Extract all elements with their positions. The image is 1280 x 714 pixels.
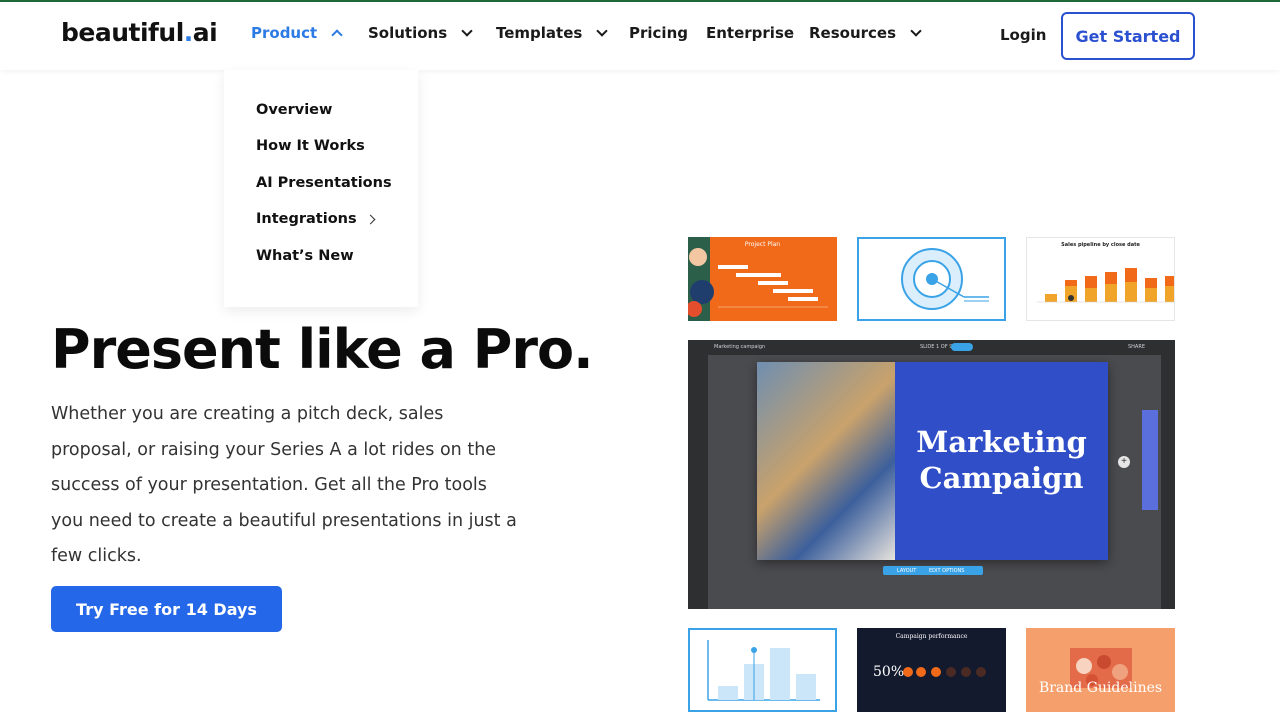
bar-chart-graphic — [707, 640, 820, 701]
sales-pipeline-title: Sales pipeline by close date — [1061, 242, 1140, 248]
chevron-right-icon — [365, 214, 376, 224]
slide-canvas[interactable]: Marketing Campaign — [757, 362, 1108, 560]
nav-pricing-label: Pricing — [629, 24, 688, 42]
dropdown-item-integrations-label: Integrations — [256, 211, 357, 227]
nav-enterprise-label: Enterprise — [706, 24, 795, 42]
nav-solutions[interactable]: Solutions — [368, 24, 473, 42]
chevron-down-icon — [910, 25, 922, 37]
chevron-down-icon — [596, 25, 608, 37]
slide-options-bar[interactable]: LAYOUT EDIT OPTIONS — [883, 566, 983, 575]
dot-rating-graphic — [903, 667, 986, 677]
brand-guidelines-title: Brand Guidelines — [1038, 680, 1163, 696]
product-dropdown-menu: Overview How It Works AI Presentations I… — [224, 70, 418, 307]
dropdown-item-ai-presentations[interactable]: AI Presentations — [256, 175, 392, 191]
dropdown-item-overview[interactable]: Overview — [256, 102, 332, 118]
editor-preview: Marketing campaign SLIDE 1 OF 9 SHARE Ma… — [688, 340, 1175, 609]
nav-solutions-label: Solutions — [368, 24, 448, 42]
project-plan-title: Project Plan — [744, 241, 781, 248]
dropdown-item-whats-new[interactable]: What’s New — [256, 248, 354, 264]
chevron-up-icon — [331, 29, 343, 41]
nav-enterprise[interactable]: Enterprise — [706, 24, 794, 42]
thumbnail-project-plan: Project Plan — [688, 237, 837, 321]
add-slide-icon[interactable]: + — [1118, 456, 1130, 468]
thumbnail-sales-pipeline: Sales pipeline by close date — [1026, 237, 1175, 321]
slide-photo — [757, 362, 895, 560]
editor-right-rail — [1161, 355, 1175, 609]
project-plan-graphic — [688, 237, 828, 321]
flowers-photo — [1070, 648, 1132, 688]
target-icon — [901, 248, 989, 310]
hero-title: Present like a Pro. — [51, 318, 594, 381]
thumbnail-target — [857, 237, 1006, 321]
stacked-bar-graphic — [1037, 268, 1174, 303]
site-header: beautiful.ai Product Solutions Templates… — [0, 2, 1280, 70]
nav-product[interactable]: Product — [251, 24, 343, 42]
editor-toolbar: Marketing campaign SLIDE 1 OF 9 SHARE — [688, 340, 1175, 355]
thumbnail-campaign-performance: Campaign performance 50% — [857, 628, 1006, 712]
chevron-down-icon — [461, 25, 473, 37]
try-free-button[interactable]: Try Free for 14 Days — [51, 586, 282, 632]
slide-title: Marketing Campaign — [916, 425, 1087, 495]
nav-pricing[interactable]: Pricing — [629, 24, 688, 42]
hero-description: Whether you are creating a pitch deck, s… — [51, 404, 517, 566]
editor-doc-name: Marketing campaign — [714, 344, 766, 350]
dropdown-item-integrations[interactable]: Integrations — [256, 211, 376, 227]
logo-suffix: ai — [192, 18, 218, 47]
logo-dot: . — [183, 18, 194, 47]
thumbnail-brand-guidelines: Brand Guidelines — [1026, 628, 1175, 712]
editor-left-rail — [688, 355, 708, 609]
slide-scroll-handle[interactable] — [1142, 410, 1158, 510]
get-started-button[interactable]: Get Started — [1061, 12, 1195, 60]
thumbnail-bar-chart — [688, 628, 837, 712]
logo[interactable]: beautiful.ai — [61, 18, 218, 47]
login-link[interactable]: Login — [1000, 26, 1046, 44]
nav-product-label: Product — [251, 24, 318, 42]
nav-resources[interactable]: Resources — [809, 24, 922, 42]
editor-slide-count: SLIDE 1 OF 9 — [920, 344, 953, 350]
nav-templates[interactable]: Templates — [496, 24, 608, 42]
editor-share[interactable]: SHARE — [1128, 344, 1145, 350]
layout-button[interactable]: LAYOUT — [897, 568, 916, 574]
dropdown-item-how-it-works[interactable]: How It Works — [256, 138, 365, 154]
logo-text: beautiful — [61, 18, 184, 47]
nav-resources-label: Resources — [809, 24, 897, 42]
edit-options-button[interactable]: EDIT OPTIONS — [929, 568, 964, 574]
nav-templates-label: Templates — [496, 24, 583, 42]
play-button[interactable] — [951, 343, 973, 351]
